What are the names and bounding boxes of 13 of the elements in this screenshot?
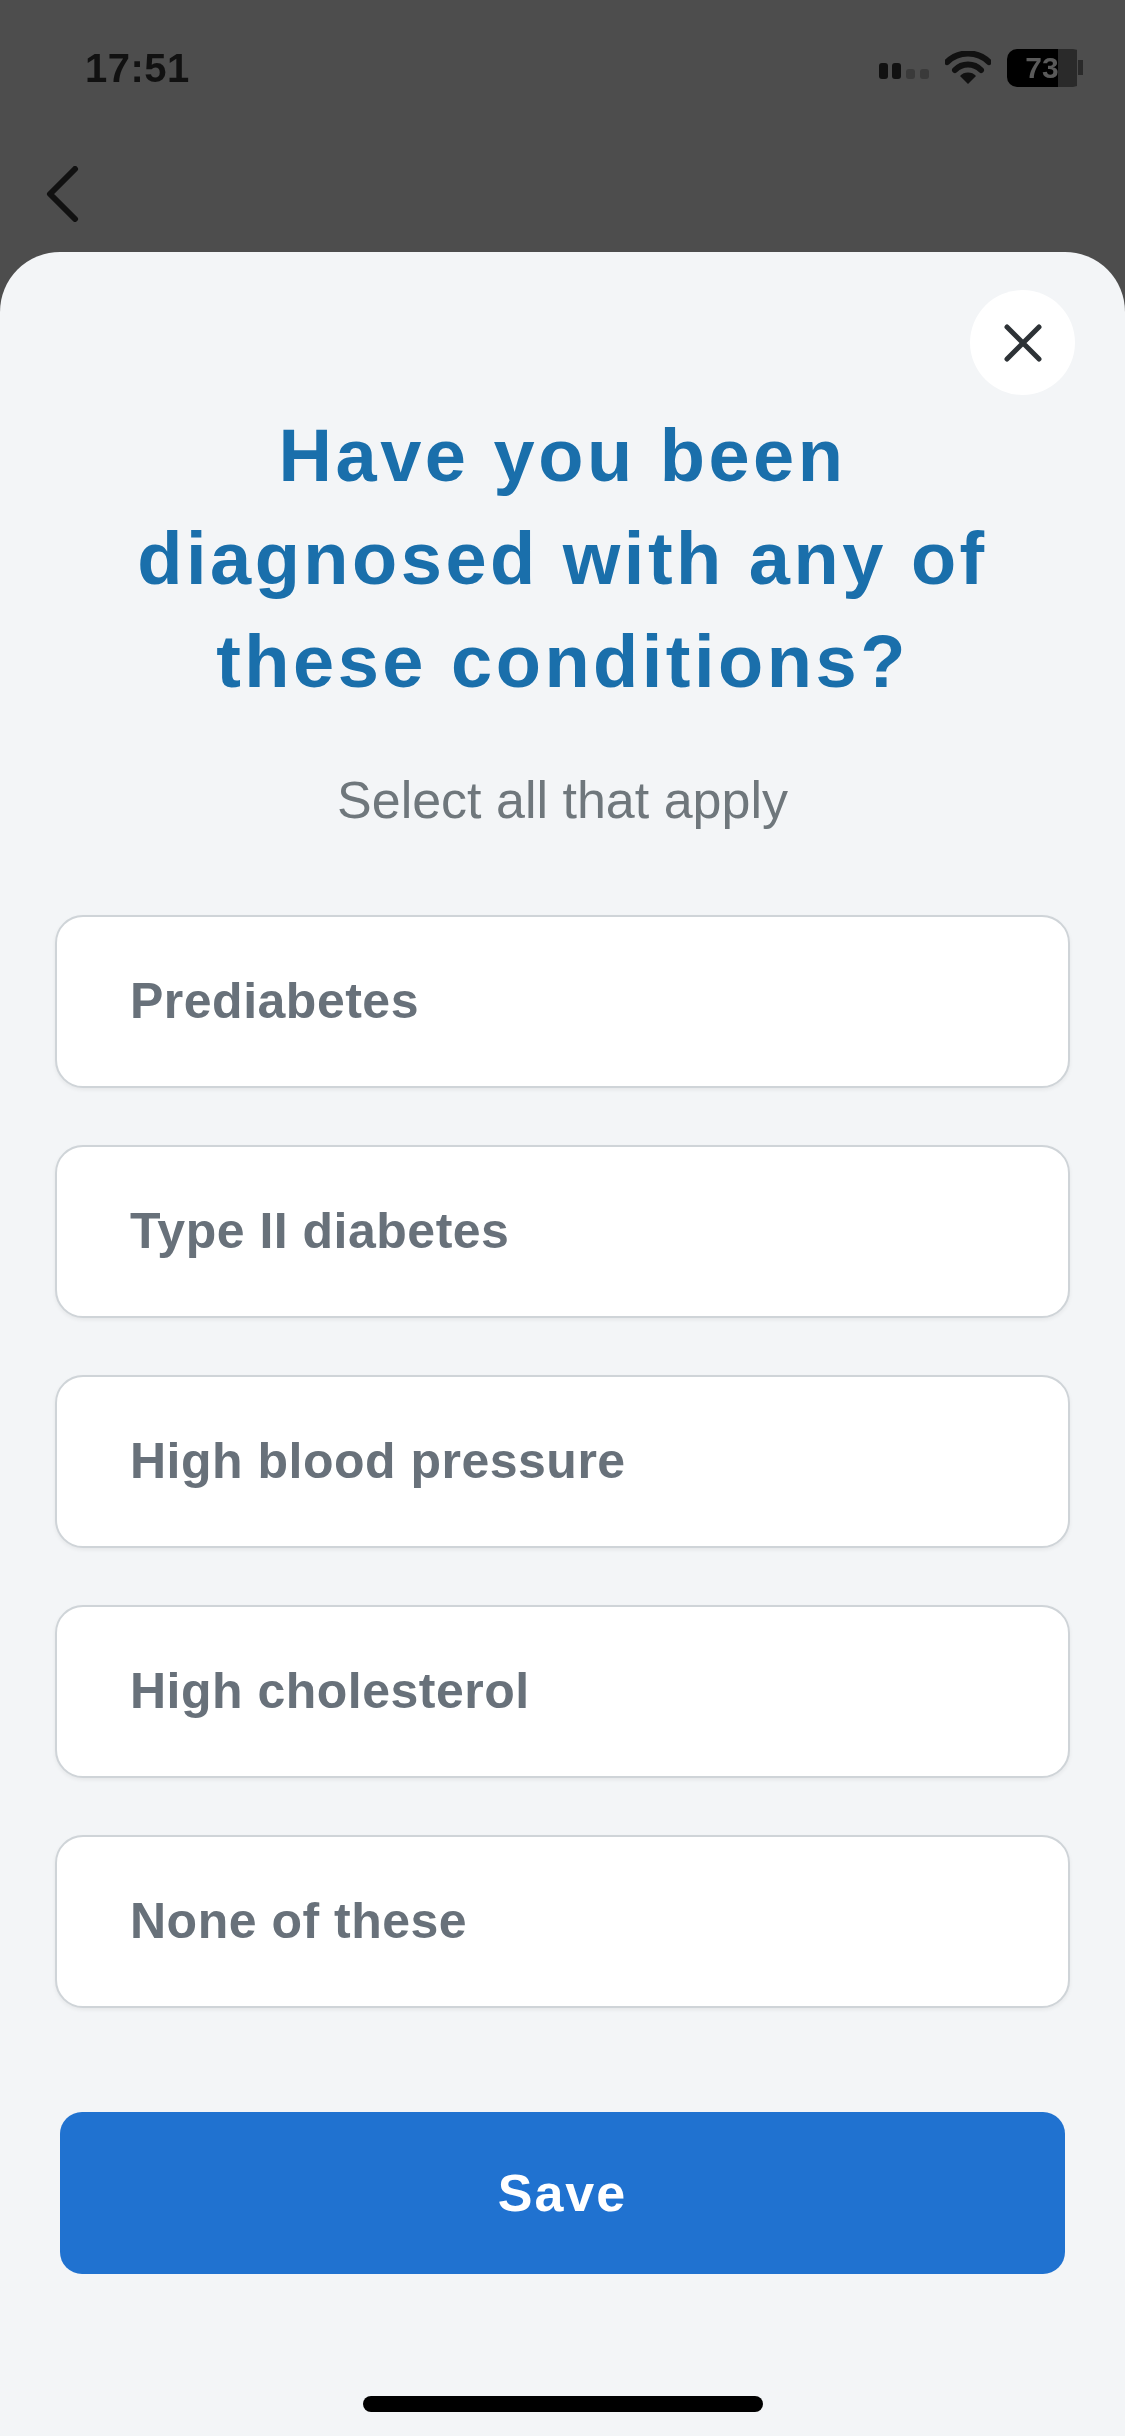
question-title: Have you been diagnosed with any of these conditions? <box>136 413 989 705</box>
condition-option[interactable]: High cholesterol <box>55 1605 1070 1778</box>
condition-option[interactable]: None of these <box>55 1835 1070 2008</box>
condition-option[interactable]: High blood pressure <box>55 1375 1070 1548</box>
wifi-icon <box>945 51 991 85</box>
battery-indicator: 73 <box>1007 49 1083 87</box>
condition-option[interactable]: Type II diabetes <box>55 1145 1070 1318</box>
status-time: 17:51 <box>85 48 190 88</box>
chevron-left-icon <box>45 166 79 222</box>
condition-option[interactable]: Prediabetes <box>55 915 1070 1088</box>
save-button[interactable]: Save <box>60 2112 1065 2274</box>
close-icon <box>1003 323 1042 362</box>
question-subtitle: Select all that apply <box>336 770 789 831</box>
